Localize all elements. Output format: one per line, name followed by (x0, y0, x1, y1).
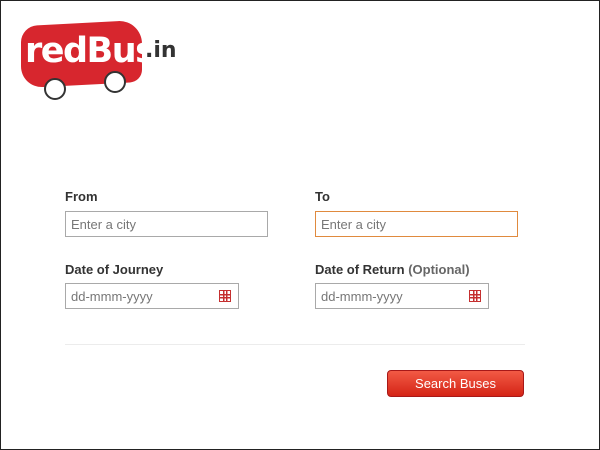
return-optional-text: (Optional) (408, 262, 470, 277)
to-field: To (315, 189, 330, 205)
from-city-input[interactable] (65, 211, 268, 237)
search-buses-button[interactable]: Search Buses (387, 370, 524, 397)
form-divider (65, 344, 525, 345)
from-label: From (65, 189, 98, 204)
to-city-input[interactable] (315, 211, 518, 237)
redbus-search-page: redBus .in From To Date of Journey Date … (0, 0, 600, 450)
logo-wheel-icon (44, 78, 66, 100)
return-date-input[interactable] (315, 283, 489, 309)
return-date-label-text: Date of Return (315, 262, 405, 277)
return-date-label: Date of Return (Optional) (315, 262, 470, 278)
redbus-logo[interactable]: redBus .in (21, 19, 181, 101)
return-calendar-icon[interactable] (469, 290, 481, 302)
journey-date-label: Date of Journey (65, 262, 164, 277)
from-field: From (65, 189, 98, 205)
journey-date-input[interactable] (65, 283, 239, 309)
logo-wheel-icon (104, 71, 126, 93)
logo-domain-text: .in (145, 38, 177, 63)
return-date-field: Date of Return (Optional) (315, 262, 470, 278)
logo-brand-text: redBus (25, 31, 156, 71)
to-label: To (315, 189, 330, 204)
journey-calendar-icon[interactable] (219, 290, 231, 302)
journey-date-field: Date of Journey (65, 262, 163, 278)
